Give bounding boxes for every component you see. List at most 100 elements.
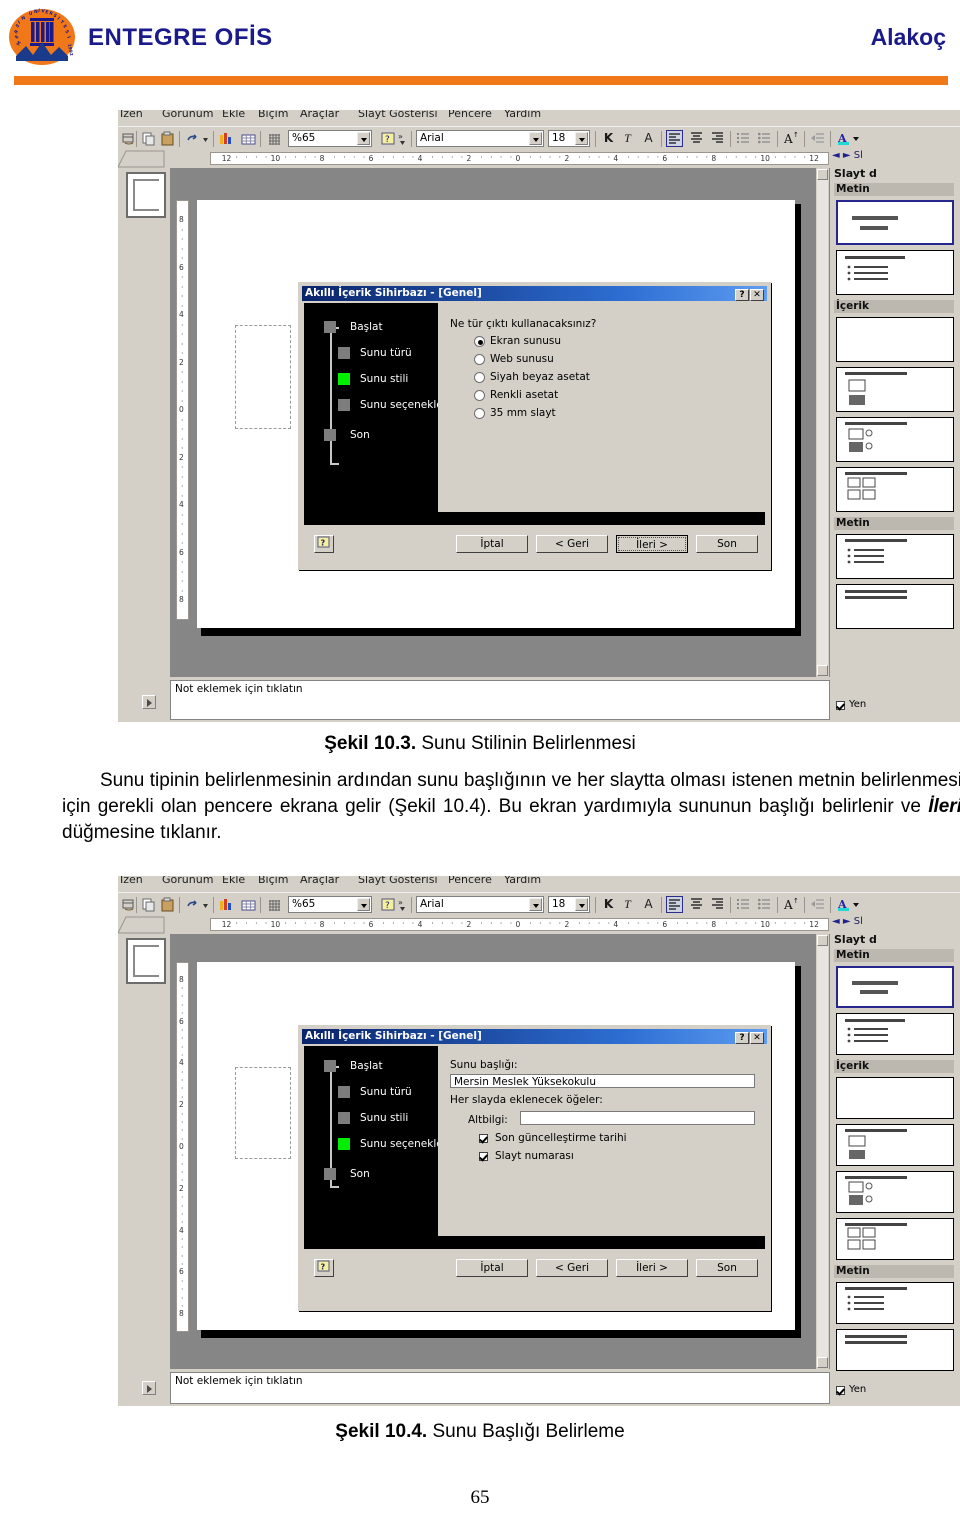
scroll-up-button[interactable] bbox=[817, 935, 828, 946]
italic-button[interactable]: T bbox=[619, 896, 636, 913]
layout-thumb-content[interactable] bbox=[836, 367, 954, 412]
align-left-icon[interactable] bbox=[666, 896, 683, 913]
print-preview-icon[interactable] bbox=[120, 131, 137, 147]
autofit-checkbox[interactable] bbox=[836, 701, 845, 710]
canvas-scrollbar[interactable] bbox=[816, 168, 829, 677]
close-icon[interactable]: ✕ bbox=[750, 289, 764, 301]
numbered-list-icon[interactable] bbox=[735, 896, 752, 913]
task-pane-home-label[interactable]: Sl bbox=[854, 916, 863, 927]
font-size-combo[interactable]: 18 bbox=[548, 896, 590, 913]
checkbox-slayt-numarasi[interactable] bbox=[479, 1152, 488, 1161]
cancel-button[interactable]: İptal bbox=[456, 535, 528, 553]
font-color-icon[interactable]: A bbox=[835, 896, 852, 913]
font-color-dropdown-icon[interactable] bbox=[852, 896, 861, 913]
autofit-checkbox-label[interactable]: Yen bbox=[849, 699, 866, 710]
insert-chart-icon[interactable] bbox=[218, 131, 235, 147]
layout-thumb-text-content[interactable] bbox=[836, 1282, 954, 1324]
align-center-icon[interactable] bbox=[688, 896, 705, 913]
menu-item-ekle[interactable]: Ekle bbox=[222, 110, 245, 120]
increase-font-size-icon[interactable]: A ↑ bbox=[782, 130, 799, 147]
align-left-icon[interactable] bbox=[666, 130, 683, 147]
paste-icon[interactable] bbox=[159, 897, 176, 913]
scroll-down-button[interactable] bbox=[817, 665, 828, 676]
bulleted-list-icon[interactable] bbox=[756, 896, 773, 913]
copy-icon[interactable] bbox=[140, 131, 157, 147]
bold-button[interactable]: K bbox=[600, 896, 617, 913]
undo-dropdown-icon[interactable] bbox=[201, 897, 210, 913]
layout-thumb-text-content[interactable] bbox=[836, 534, 954, 579]
layout-thumb-content-2[interactable] bbox=[836, 1171, 954, 1213]
chevron-down-icon[interactable] bbox=[529, 132, 542, 145]
layout-thumb-title-only[interactable] bbox=[836, 200, 954, 245]
wizard-dialog[interactable]: Akıllı İçerik Sihirbazı - [Genel] ? ✕ Ba… bbox=[298, 282, 771, 570]
help-button-titlebar[interactable]: ? bbox=[735, 289, 749, 301]
step-node-sunu-stili[interactable] bbox=[338, 1112, 350, 1124]
menu-item-gorunum[interactable]: Görünüm bbox=[162, 876, 213, 886]
title-placeholder[interactable] bbox=[235, 325, 291, 429]
checkbox-label-slayt-numarasi[interactable]: Slayt numarası bbox=[495, 1150, 574, 1162]
back-button[interactable]: < Geri bbox=[536, 1259, 608, 1277]
help-button[interactable]: ? bbox=[314, 1259, 334, 1277]
slide-thumbnail[interactable] bbox=[126, 172, 166, 218]
menu-item-gorunum[interactable]: Görünüm bbox=[162, 110, 213, 120]
outline-expand-button[interactable] bbox=[142, 1381, 156, 1395]
radio-label-siyah-beyaz-asetat[interactable]: Siyah beyaz asetat bbox=[490, 371, 590, 383]
increase-font-size-icon[interactable]: A ↑ bbox=[782, 896, 799, 913]
font-color-icon[interactable]: A bbox=[835, 130, 852, 147]
menu-item-yardim[interactable]: Yardım bbox=[504, 110, 541, 120]
scroll-down-button[interactable] bbox=[817, 1357, 828, 1368]
menu-item-yardim[interactable]: Yardım bbox=[504, 876, 541, 886]
layout-thumb-title-only[interactable] bbox=[836, 966, 954, 1008]
title-placeholder[interactable] bbox=[235, 1067, 291, 1159]
underline-button[interactable]: A bbox=[640, 896, 657, 913]
decrease-indent-icon[interactable] bbox=[809, 896, 826, 913]
layout-thumb-extra[interactable] bbox=[836, 584, 954, 629]
finish-button[interactable]: Son bbox=[696, 535, 758, 553]
forward-arrow-icon[interactable]: ► bbox=[843, 916, 851, 927]
back-arrow-icon[interactable]: ◄ bbox=[832, 150, 840, 161]
grid-icon[interactable] bbox=[266, 131, 283, 147]
step-node-son[interactable] bbox=[324, 429, 336, 441]
presentation-title-input[interactable]: Mersin Meslek Yüksekokulu bbox=[450, 1074, 755, 1088]
step-node-sunu-secenekleri[interactable] bbox=[338, 399, 350, 411]
slide-thumbnail[interactable] bbox=[126, 938, 166, 984]
forward-arrow-icon[interactable]: ► bbox=[843, 150, 851, 161]
menu-item-pencere[interactable]: Pencere bbox=[448, 876, 492, 886]
layout-thumb-title-text[interactable] bbox=[836, 250, 954, 295]
decrease-indent-icon[interactable] bbox=[809, 130, 826, 147]
menu-item-ekle[interactable]: Ekle bbox=[222, 876, 245, 886]
undo-icon[interactable] bbox=[184, 897, 201, 913]
help-icon[interactable]: ? bbox=[380, 897, 397, 913]
notes-pane[interactable]: Not eklemek için tıklatın bbox=[170, 680, 830, 720]
font-name-combo[interactable]: Arial bbox=[416, 896, 544, 913]
bulleted-list-icon[interactable] bbox=[756, 130, 773, 147]
underline-button[interactable]: A bbox=[640, 130, 657, 147]
menu-item-duzen[interactable]: İzen bbox=[120, 110, 143, 120]
menu-item-araclar[interactable]: Araçlar bbox=[300, 110, 339, 120]
undo-dropdown-icon[interactable] bbox=[201, 131, 210, 147]
menu-item-bicim[interactable]: Biçim bbox=[258, 876, 288, 886]
step-node-baslat[interactable] bbox=[324, 1060, 336, 1072]
checkbox-label-son-guncellestirme-tarihi[interactable]: Son güncelleştirme tarihi bbox=[495, 1132, 627, 1144]
close-icon[interactable]: ✕ bbox=[750, 1032, 764, 1044]
menu-item-slayt-gosterisi[interactable]: Slayt Gösterisi bbox=[358, 110, 438, 120]
align-center-icon[interactable] bbox=[688, 130, 705, 147]
radio-renkli-asetat[interactable] bbox=[474, 390, 485, 401]
help-button-titlebar[interactable]: ? bbox=[735, 1032, 749, 1044]
radio-label-web-sunusu[interactable]: Web sunusu bbox=[490, 353, 554, 365]
layout-thumb-title-text[interactable] bbox=[836, 1013, 954, 1055]
radio-label-ekran-sunusu[interactable]: Ekran sunusu bbox=[490, 335, 561, 347]
next-button[interactable]: İleri > bbox=[616, 535, 688, 553]
italic-button[interactable]: T bbox=[619, 130, 636, 147]
layout-thumb-content-4[interactable] bbox=[836, 467, 954, 512]
autofit-checkbox[interactable] bbox=[836, 1386, 845, 1395]
toolbar-overflow-icon[interactable]: » bbox=[398, 897, 407, 913]
layout-thumb-extra[interactable] bbox=[836, 1329, 954, 1371]
radio-label-renkli-asetat[interactable]: Renkli asetat bbox=[490, 389, 558, 401]
numbered-list-icon[interactable] bbox=[735, 130, 752, 147]
undo-icon[interactable] bbox=[184, 131, 201, 147]
canvas-scrollbar[interactable] bbox=[816, 934, 829, 1369]
help-icon[interactable]: ? bbox=[380, 131, 397, 147]
wizard-dialog[interactable]: Akıllı İçerik Sihirbazı - [Genel] ? ✕ Ba… bbox=[298, 1025, 771, 1311]
radio-35mm-slayt[interactable] bbox=[474, 408, 485, 419]
